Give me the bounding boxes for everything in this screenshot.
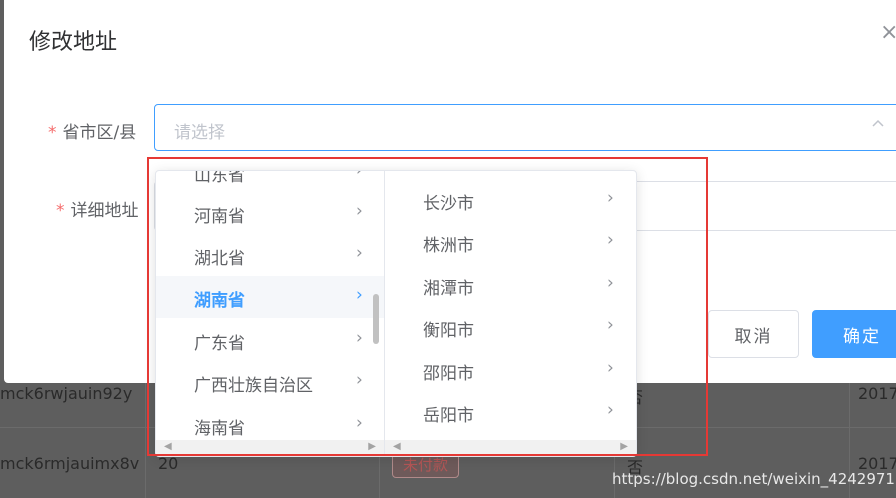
order-id-cell: mck6rwjauin92y xyxy=(0,384,133,403)
confirm-button[interactable]: 确定 xyxy=(812,310,896,358)
region-label: * 省市区/县 xyxy=(48,118,136,143)
region-label-text: 省市区/县 xyxy=(62,123,137,143)
watermark: https://blog.csdn.net/weixin_42429718 xyxy=(612,470,896,488)
order-id-cell: mck6rmjauimx8v xyxy=(0,454,140,473)
detail-address-label-text: 详细地址 xyxy=(70,201,139,221)
highlight-annotation-box xyxy=(147,157,708,456)
date-cell: 2017 xyxy=(858,384,896,403)
region-placeholder: 请选择 xyxy=(174,123,225,143)
close-icon[interactable]: × xyxy=(880,20,896,45)
cancel-button[interactable]: 取消 xyxy=(708,310,799,358)
required-mark: * xyxy=(56,201,65,221)
required-mark: * xyxy=(48,123,57,143)
chevron-up-icon[interactable] xyxy=(871,117,885,135)
detail-address-label: * 详细地址 xyxy=(56,196,139,221)
dialog-title: 修改地址 xyxy=(29,30,118,55)
region-cascader-input[interactable]: 请选择 xyxy=(154,104,896,151)
